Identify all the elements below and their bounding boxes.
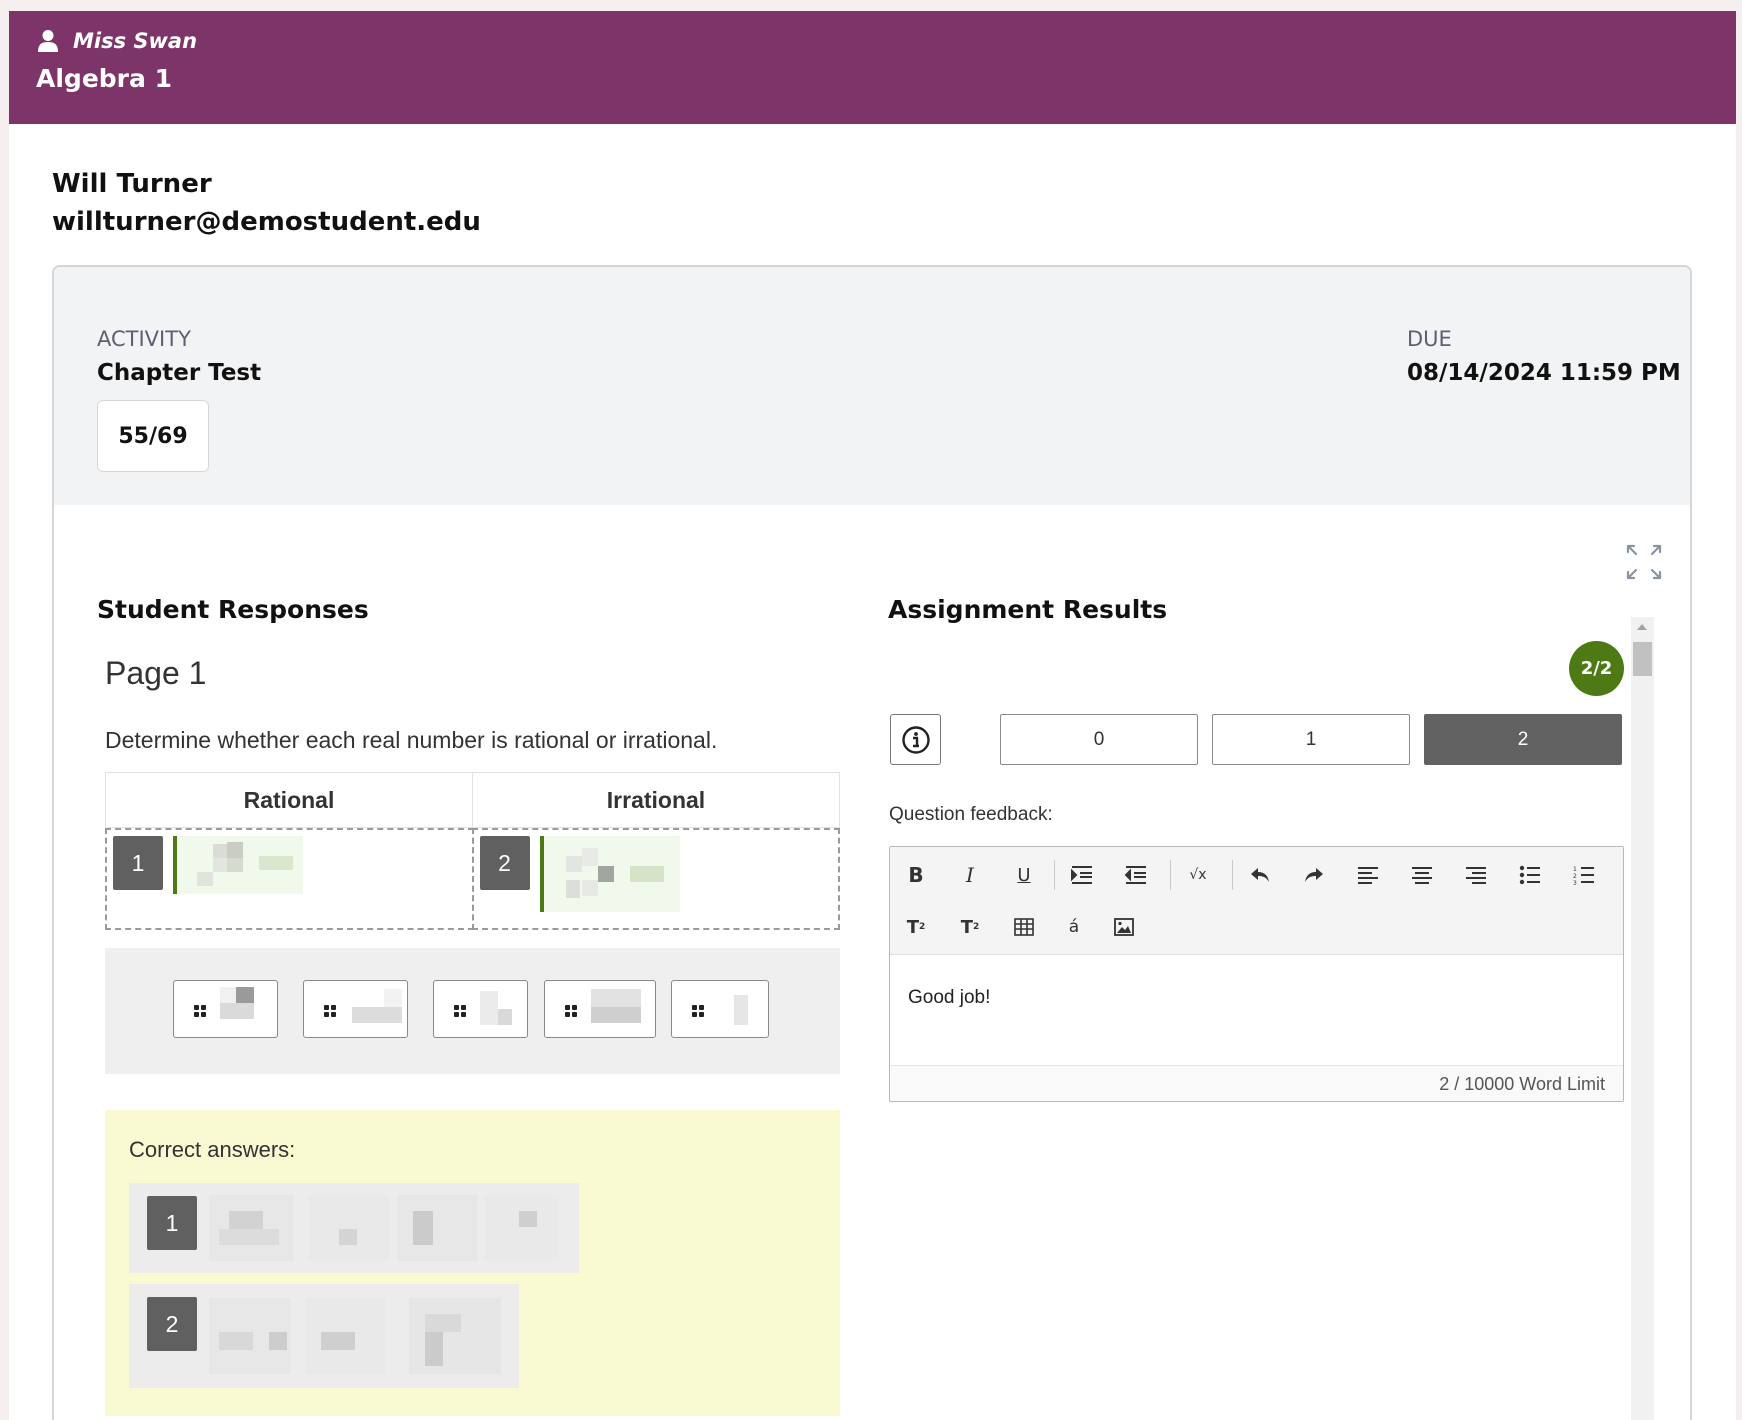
question-text: Determine whether each real number is ra…	[105, 727, 718, 753]
top-bar: Miss Swan Algebra 1	[9, 11, 1736, 124]
points-button-2[interactable]: 2	[1424, 714, 1622, 765]
points-button-0[interactable]: 0	[1000, 714, 1198, 765]
due-label: DUE	[1407, 327, 1452, 351]
dropped-answer-image	[539, 836, 680, 912]
points-button-1[interactable]: 1	[1212, 714, 1410, 765]
feedback-label: Question feedback:	[889, 804, 1053, 825]
answer-badge: 1	[147, 1196, 197, 1250]
answer-chip[interactable]	[303, 980, 408, 1038]
svg-text:2: 2	[1573, 873, 1577, 880]
drag-handle-icon[interactable]	[454, 1005, 466, 1017]
word-count: 2 / 10000 Word Limit	[1439, 1074, 1605, 1094]
answer-chip[interactable]	[173, 980, 278, 1038]
superscript-icon[interactable]: T2	[898, 909, 934, 945]
results-scrollbar[interactable]	[1631, 617, 1654, 1420]
indent-icon[interactable]	[1064, 857, 1100, 893]
subscript-icon[interactable]: T2	[952, 909, 988, 945]
table-icon[interactable]	[1006, 909, 1042, 945]
classification-table: Rational Irrational 1 2	[105, 772, 840, 930]
column-irrational: Irrational	[472, 773, 839, 827]
answer-chip[interactable]	[671, 980, 769, 1038]
activity-score: 55/69	[97, 400, 209, 472]
assignment-results-title: Assignment Results	[888, 595, 1168, 624]
correct-answers-panel: Correct answers: 1 2	[105, 1110, 840, 1416]
correct-answers-label: Correct answers:	[129, 1137, 296, 1162]
drag-handle-icon[interactable]	[692, 1005, 704, 1017]
drop-zone-irrational[interactable]: 2	[471, 828, 840, 930]
user-icon	[38, 30, 58, 52]
svg-text:1: 1	[1573, 866, 1577, 873]
column-rational: Rational	[243, 786, 335, 813]
answer-badge: 2	[147, 1297, 197, 1351]
response-badge: 2	[479, 836, 530, 890]
drag-handle-icon[interactable]	[565, 1005, 577, 1017]
dropped-answer-image	[173, 836, 303, 894]
drop-zones: 1 2	[105, 828, 840, 930]
activity-card: ACTIVITY Chapter Test DUE 08/14/2024 11:…	[52, 265, 1692, 1420]
special-char-icon[interactable]: á	[1056, 909, 1092, 945]
align-left-icon[interactable]	[1350, 857, 1386, 893]
table-header: Rational Irrational	[105, 772, 840, 828]
align-right-icon[interactable]	[1458, 857, 1494, 893]
drag-handle-icon[interactable]	[324, 1005, 336, 1017]
student-email: willturner@demostudent.edu	[52, 207, 481, 237]
outdent-icon[interactable]	[1118, 857, 1154, 893]
italic-icon[interactable]: I	[952, 857, 988, 893]
bold-icon[interactable]: B	[898, 857, 934, 893]
due-date: 08/14/2024 11:59 PM	[1407, 360, 1681, 386]
page-title: Page 1	[105, 655, 207, 691]
image-icon[interactable]	[1106, 909, 1142, 945]
correct-answer-row: 1	[129, 1183, 579, 1273]
correct-answer-row: 2	[129, 1284, 519, 1388]
info-button[interactable]	[890, 714, 941, 765]
numbered-list-icon[interactable]: 123	[1566, 857, 1602, 893]
feedback-text[interactable]: Good job!	[908, 987, 990, 1009]
question-score-badge: 2/2	[1569, 641, 1624, 696]
feedback-editor: B I U √x 1 2 3 T 2 T 2 á Good job! 2 / 1…	[889, 846, 1624, 1102]
response-badge: 1	[113, 836, 163, 890]
app-frame: Miss Swan Algebra 1 Will Turner willturn…	[9, 11, 1736, 1420]
student-name: Will Turner	[52, 169, 212, 199]
teacher-info: Miss Swan	[37, 29, 197, 53]
drag-handle-icon[interactable]	[194, 1005, 206, 1017]
expand-icon[interactable]	[1625, 543, 1663, 581]
svg-text:3: 3	[1573, 880, 1577, 885]
underline-icon[interactable]: U	[1006, 857, 1042, 893]
drop-zone-rational[interactable]: 1	[105, 828, 474, 930]
course-title: Algebra 1	[36, 64, 172, 93]
activity-header: ACTIVITY Chapter Test DUE 08/14/2024 11:…	[54, 267, 1690, 505]
scroll-up-arrow-icon[interactable]	[1637, 624, 1647, 630]
answer-chip[interactable]	[433, 980, 528, 1038]
teacher-name: Miss Swan	[73, 29, 198, 53]
editor-footer: 2 / 10000 Word Limit	[890, 1065, 1623, 1101]
info-icon	[901, 725, 930, 754]
answer-bank	[105, 948, 840, 1074]
bullet-list-icon[interactable]	[1512, 857, 1548, 893]
align-center-icon[interactable]	[1404, 857, 1440, 893]
answer-chip[interactable]	[544, 980, 656, 1038]
math-icon[interactable]: √x	[1180, 857, 1216, 893]
student-responses-title: Student Responses	[97, 595, 369, 624]
scrollbar-thumb[interactable]	[1633, 642, 1652, 676]
redo-icon[interactable]	[1296, 857, 1332, 893]
activity-name: Chapter Test	[97, 360, 262, 386]
activity-label: ACTIVITY	[97, 327, 191, 351]
undo-icon[interactable]	[1242, 857, 1278, 893]
editor-toolbar: B I U √x 1 2 3 T 2 T 2 á	[890, 847, 1623, 955]
